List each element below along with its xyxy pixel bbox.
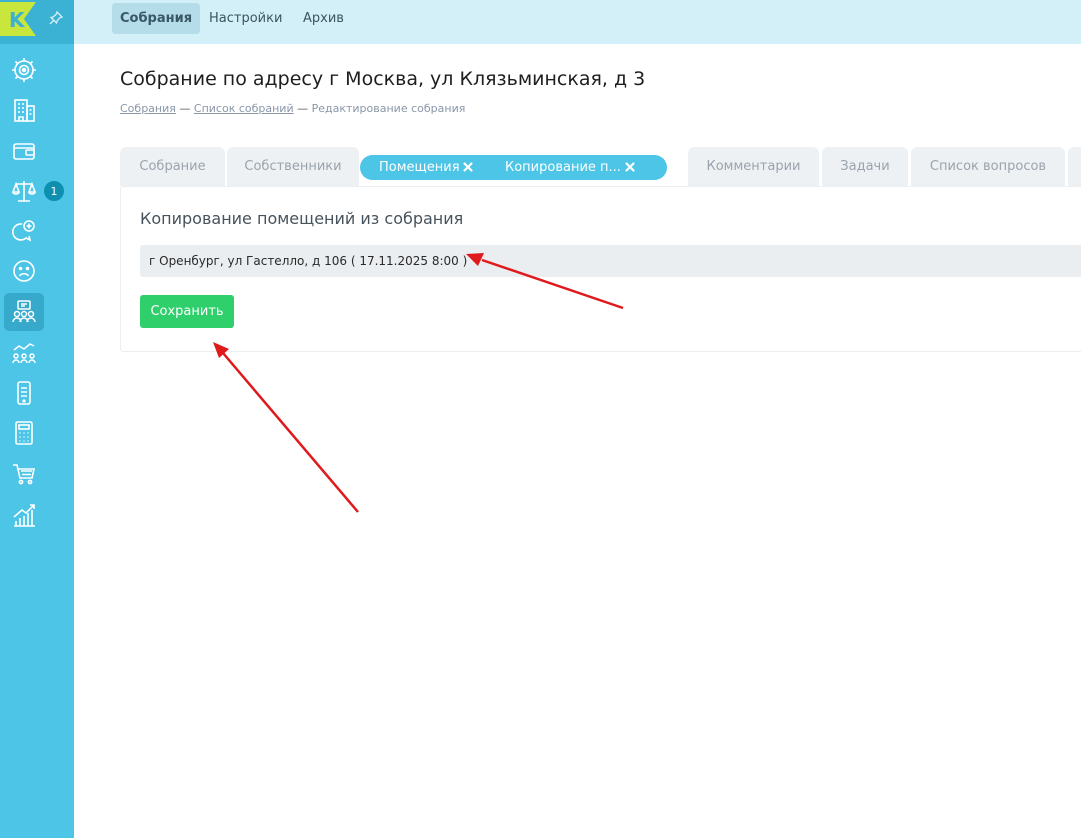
tab-copying[interactable]: Копирование п...: [505, 155, 621, 180]
sidebar-item-analytics[interactable]: [4, 334, 44, 372]
top-tab-meetings[interactable]: Собрания: [112, 3, 201, 34]
tab-comments[interactable]: Комментарии: [688, 147, 819, 186]
breadcrumb-separator: —: [175, 102, 194, 115]
sidebar-item-buildings[interactable]: [4, 91, 44, 129]
tab-meeting[interactable]: Собрание: [120, 147, 225, 186]
save-button[interactable]: Сохранить: [140, 295, 234, 328]
breadcrumb-current: Редактирование собрания: [311, 102, 466, 115]
sidebar: K 1: [0, 0, 74, 838]
breadcrumb: Собрания — Список собраний — Редактирова…: [120, 102, 465, 115]
pin-icon[interactable]: [48, 10, 64, 26]
scales-icon: [11, 181, 37, 202]
gear-dashboard-icon: [12, 58, 36, 82]
growth-chart-icon: [13, 504, 35, 527]
mobile-device-icon: [17, 381, 31, 405]
tab-owners[interactable]: Собственники: [227, 147, 359, 186]
breadcrumb-meeting-list-link[interactable]: Список собраний: [194, 102, 294, 115]
annotation-arrows: [213, 253, 624, 513]
top-tab-archive[interactable]: Архив: [295, 3, 352, 34]
sidebar-item-dashboard[interactable]: [4, 51, 44, 89]
sidebar-item-wallet[interactable]: [4, 132, 44, 170]
breadcrumb-separator: —: [293, 102, 312, 115]
card-title: Копирование помещений из собрания: [140, 209, 464, 228]
sidebar-item-shop[interactable]: [4, 455, 44, 493]
close-icon[interactable]: [623, 160, 637, 174]
sidebar-header: K: [0, 0, 74, 44]
sidebar-item-reports[interactable]: [4, 496, 44, 534]
page-title: Собрание по адресу г Москва, ул Клязьмин…: [120, 68, 646, 90]
sidebar-item-meetings[interactable]: [4, 293, 44, 331]
svg-text:K: K: [9, 8, 26, 32]
tab-question-list[interactable]: Список вопросов: [911, 147, 1065, 186]
logo-icon[interactable]: K: [0, 2, 36, 36]
notification-badge: 1: [42, 179, 66, 203]
tab-overflow[interactable]: [1068, 147, 1081, 186]
close-icon[interactable]: [461, 160, 475, 174]
sidebar-item-complaints[interactable]: [4, 252, 44, 290]
wallet-icon: [13, 143, 35, 160]
breadcrumb-meetings-link[interactable]: Собрания: [120, 102, 176, 115]
sidebar-item-devices[interactable]: [4, 374, 44, 412]
sidebar-item-court[interactable]: [4, 172, 44, 210]
sad-face-icon: [13, 260, 35, 282]
annotation-arrow: [213, 342, 359, 513]
calculator-icon: [15, 421, 33, 445]
top-navigation: Собрания Настройки Архив: [74, 0, 1081, 44]
meeting-select[interactable]: г Оренбург, ул Гастелло, д 106 ( 17.11.2…: [140, 245, 1081, 277]
sidebar-item-requests[interactable]: [4, 212, 44, 250]
tab-premises[interactable]: Помещения: [379, 155, 460, 180]
top-tab-settings[interactable]: Настройки: [201, 3, 290, 34]
tab-tasks[interactable]: Задачи: [822, 147, 908, 186]
chat-plus-icon: [12, 220, 35, 242]
meeting-people-icon: [12, 300, 36, 323]
cart-icon: [13, 464, 35, 485]
tab-group-pill: Помещения Копирование п...: [360, 155, 667, 180]
building-icon: [14, 99, 35, 122]
sidebar-item-calculator[interactable]: [4, 414, 44, 452]
analytics-people-icon: [12, 343, 36, 364]
